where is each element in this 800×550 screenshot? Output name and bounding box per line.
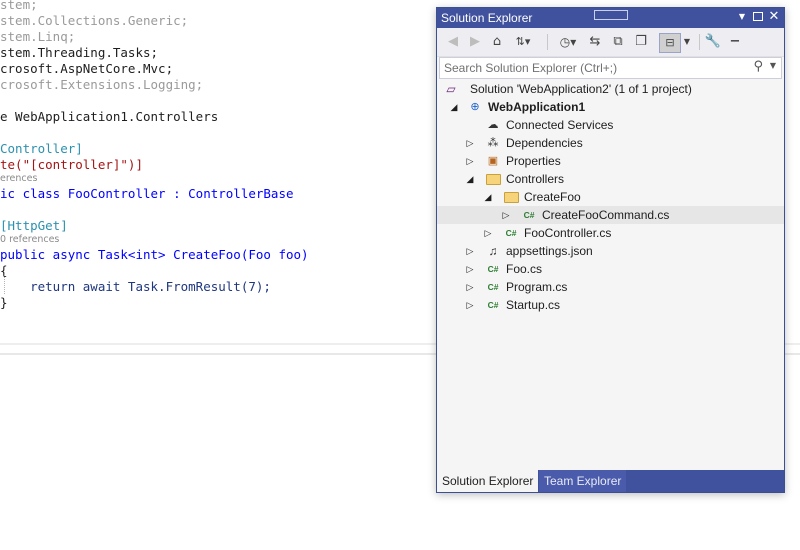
collapsed-arrow-icon[interactable]: ▷ <box>465 263 475 275</box>
tree-item-startup[interactable]: ▷ C# Startup.cs <box>437 296 784 314</box>
code-line: crosoft.AspNetCore.Mvc; <box>0 61 174 76</box>
csharp-file-icon: C# <box>523 210 535 220</box>
home-icon[interactable]: ⌂ <box>488 33 506 51</box>
tree-item-label: CreateFoo <box>524 190 581 204</box>
solution-tree[interactable]: ▱ Solution 'WebApplication2' (1 of 1 pro… <box>437 79 784 469</box>
preview-icon[interactable]: ⊟ <box>659 33 681 53</box>
tree-item-foo[interactable]: ▷ C# Foo.cs <box>437 260 784 278</box>
pending-changes-icon[interactable]: ⇆ <box>586 33 604 51</box>
expanded-arrow-icon[interactable]: ◢ <box>465 173 475 185</box>
collapsed-arrow-icon[interactable]: ▷ <box>465 245 475 257</box>
solution-icon: ▱ <box>446 82 456 96</box>
code-line-method: public async Task<int> CreateFoo(Foo foo… <box>0 247 309 262</box>
code-line-attribute: Controller] <box>0 141 83 156</box>
collapse-all-icon[interactable]: ⧉ <box>609 33 627 51</box>
sync-icon[interactable]: ⇅▾ <box>511 33 535 51</box>
tree-item-label: Foo.cs <box>506 262 543 276</box>
tree-item-controllers[interactable]: ◢ Controllers <box>437 170 784 188</box>
codelens-references[interactable]: 0 references <box>0 234 59 245</box>
tree-item-foocontroller[interactable]: ▷ C# FooController.cs <box>437 224 784 242</box>
tree-item-label: Connected Services <box>506 118 614 132</box>
code-line: stem.Collections.Generic; <box>0 13 189 28</box>
folder-open-icon <box>485 172 501 186</box>
tab-solution-explorer[interactable]: Solution Explorer <box>437 470 539 492</box>
back-icon[interactable]: ◀ <box>445 33 461 51</box>
window-menu-icon[interactable]: ▼ <box>735 10 749 24</box>
code-line-httpget: [HttpGet] <box>0 218 68 233</box>
solution-explorer-window[interactable]: Solution Explorer ▼ ✕ ◀ ▶ ⌂ ⇅▾ ◷▾ ⇆ ⧉ ❐ … <box>436 7 785 493</box>
indent-guide <box>4 274 5 294</box>
code-line: stem.Linq; <box>0 29 76 44</box>
tree-item-dependencies[interactable]: ▷ ⁂ Dependencies <box>437 134 784 152</box>
tree-item-appsettings[interactable]: ▷ ♫ appsettings.json <box>437 242 784 260</box>
code-line: stem; <box>0 0 38 12</box>
window-title: Solution Explorer <box>441 11 533 25</box>
search-icon[interactable]: ⚲ <box>753 59 763 74</box>
tree-item-label: appsettings.json <box>506 244 593 258</box>
dependencies-icon: ⁂ <box>487 137 499 149</box>
csharp-file-icon: C# <box>505 228 517 238</box>
tree-item-label: Solution 'WebApplication2' (1 of 1 proje… <box>470 82 692 96</box>
tree-item-createfoocommand[interactable]: ▷ C# CreateFooCommand.cs <box>437 206 784 224</box>
tree-item-label: FooController.cs <box>524 226 612 240</box>
tree-item-label: Controllers <box>506 172 565 186</box>
tree-item-label: Properties <box>506 154 561 168</box>
properties-folder-icon: ▣ <box>487 155 499 167</box>
tab-team-explorer[interactable]: Team Explorer <box>539 470 627 492</box>
code-line-namespace: e WebApplication1.Controllers <box>0 109 219 124</box>
cloud-icon: ☁ <box>487 119 499 131</box>
tree-item-properties[interactable]: ▷ ▣ Properties <box>437 152 784 170</box>
tree-item-createfoo[interactable]: ◢ CreateFoo <box>437 188 784 206</box>
close-icon[interactable]: ✕ <box>767 10 781 24</box>
code-line: stem.Threading.Tasks; <box>0 45 159 60</box>
float-window-icon[interactable] <box>751 10 765 24</box>
solution-explorer-titlebar[interactable]: Solution Explorer ▼ ✕ <box>437 8 784 28</box>
tree-item-solution[interactable]: ▱ Solution 'WebApplication2' (1 of 1 pro… <box>437 80 784 98</box>
code-line-route: te("[controller]")] <box>0 157 143 172</box>
tree-item-label: Dependencies <box>506 136 583 150</box>
pin-icon[interactable]: − <box>727 33 743 51</box>
code-line: crosoft.Extensions.Logging; <box>0 77 204 92</box>
folder-open-icon <box>503 190 519 204</box>
tree-item-label: WebApplication1 <box>488 100 586 114</box>
properties-icon[interactable]: 🔧 <box>704 33 722 51</box>
chevron-down-icon[interactable]: ▼ <box>682 33 692 51</box>
collapsed-arrow-icon[interactable]: ▷ <box>483 227 493 239</box>
search-placeholder: Search Solution Explorer (Ctrl+;) <box>444 61 618 75</box>
tree-item-program[interactable]: ▷ C# Program.cs <box>437 278 784 296</box>
toolbar-separator <box>547 34 548 50</box>
history-icon[interactable]: ◷▾ <box>555 33 581 51</box>
collapsed-arrow-icon[interactable]: ▷ <box>465 137 475 149</box>
chevron-down-icon[interactable]: ▼ <box>770 61 776 70</box>
tree-item-label: Startup.cs <box>506 298 561 312</box>
collapsed-arrow-icon[interactable]: ▷ <box>465 155 475 167</box>
tree-item-label: CreateFooCommand.cs <box>542 208 670 222</box>
code-line-class: ic class FooController : ControllerBase <box>0 186 294 201</box>
tree-item-connected-services[interactable]: ☁ Connected Services <box>437 116 784 134</box>
collapsed-arrow-icon[interactable]: ▷ <box>465 281 475 293</box>
csharp-file-icon: C# <box>487 282 499 292</box>
codelens-references[interactable]: erences <box>0 173 37 184</box>
csharp-file-icon: C# <box>487 264 499 274</box>
tree-item-label: Program.cs <box>506 280 568 294</box>
expanded-arrow-icon[interactable]: ◢ <box>483 191 493 203</box>
tree-item-project[interactable]: ◢ ⊕ WebApplication1 <box>437 98 784 116</box>
expanded-arrow-icon[interactable]: ◢ <box>449 101 459 113</box>
toolbar-separator <box>699 34 700 50</box>
collapsed-arrow-icon[interactable]: ▷ <box>465 299 475 311</box>
json-file-icon: ♫ <box>488 244 498 258</box>
csharp-file-icon: C# <box>487 300 499 310</box>
code-line-brace: } <box>0 295 8 310</box>
search-input[interactable]: Search Solution Explorer (Ctrl+;) ⚲ ▼ <box>439 57 782 79</box>
forward-icon[interactable]: ▶ <box>467 33 483 51</box>
tool-window-tabs: Solution Explorer Team Explorer <box>437 470 784 492</box>
show-all-files-icon[interactable]: ❐ <box>632 33 650 51</box>
code-line-return: return await Task.FromResult(7); <box>0 279 271 294</box>
collapsed-arrow-icon[interactable]: ▷ <box>501 209 511 221</box>
solution-explorer-toolbar: ◀ ▶ ⌂ ⇅▾ ◷▾ ⇆ ⧉ ❐ ⊟ ▼ 🔧 − <box>437 28 784 57</box>
drag-handle[interactable] <box>594 10 628 20</box>
web-project-icon: ⊕ <box>470 101 480 113</box>
